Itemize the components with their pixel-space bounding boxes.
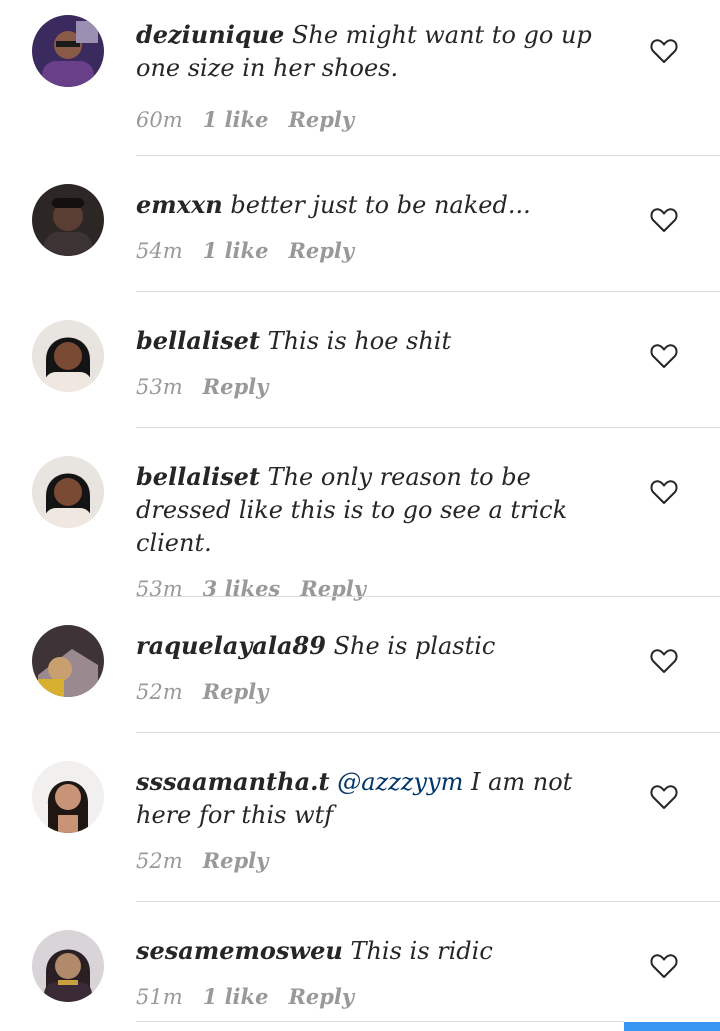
comment-mention[interactable]: @azzzyym — [337, 768, 463, 796]
avatar[interactable] — [32, 930, 104, 1002]
avatar[interactable] — [32, 15, 104, 87]
heart-outline-icon[interactable] — [650, 648, 678, 674]
bottom-accent-bar[interactable] — [624, 1022, 720, 1031]
avatar[interactable] — [32, 625, 104, 697]
comment-timestamp: 60m — [136, 108, 183, 132]
divider — [136, 596, 720, 597]
divider — [136, 155, 720, 156]
comment-username[interactable]: sesamemosweu — [136, 936, 343, 965]
divider — [136, 1021, 624, 1022]
divider — [136, 732, 720, 733]
comment-likes-count[interactable]: 1 like — [203, 984, 269, 1010]
avatar[interactable] — [32, 761, 104, 833]
comment-likes-count[interactable]: 1 like — [203, 238, 269, 264]
reply-button[interactable]: Reply — [203, 374, 269, 400]
reply-button[interactable]: Reply — [203, 679, 269, 705]
comment-timestamp: 53m — [136, 375, 183, 399]
avatar[interactable] — [32, 320, 104, 392]
reply-button[interactable]: Reply — [203, 848, 269, 874]
comment-username[interactable]: bellaliset — [136, 462, 260, 491]
avatar[interactable] — [32, 456, 104, 528]
comment-likes-count[interactable]: 3 likes — [203, 576, 281, 602]
comment-timestamp: 52m — [136, 680, 183, 704]
comment-username[interactable]: bellaliset — [136, 326, 260, 355]
comment-username[interactable]: deziunique — [136, 20, 284, 49]
reply-button[interactable]: Reply — [288, 107, 354, 133]
heart-outline-icon[interactable] — [650, 784, 678, 810]
heart-outline-icon[interactable] — [650, 38, 678, 64]
comment-likes-count[interactable]: 1 like — [203, 107, 269, 133]
comment-timestamp: 51m — [136, 985, 183, 1009]
comment-text: better just to be naked... — [230, 191, 531, 219]
heart-outline-icon[interactable] — [650, 343, 678, 369]
comment-timestamp: 54m — [136, 239, 183, 263]
divider — [136, 901, 720, 902]
reply-button[interactable]: Reply — [288, 984, 354, 1010]
heart-outline-icon[interactable] — [650, 953, 678, 979]
comment-text: She is plastic — [333, 632, 496, 660]
heart-outline-icon[interactable] — [650, 207, 678, 233]
divider — [136, 291, 720, 292]
reply-button[interactable]: Reply — [288, 238, 354, 264]
divider — [136, 427, 720, 428]
heart-outline-icon[interactable] — [650, 479, 678, 505]
comment-username[interactable]: sssaamantha.t — [136, 767, 330, 796]
comment-text: This is ridic — [350, 937, 493, 965]
comment-timestamp: 52m — [136, 849, 183, 873]
comment-timestamp: 53m — [136, 577, 183, 601]
comment-username[interactable]: emxxn — [136, 190, 223, 219]
avatar[interactable] — [32, 184, 104, 256]
comment-text: This is hoe shit — [267, 327, 452, 355]
comment-username[interactable]: raquelayala89 — [136, 631, 326, 660]
reply-button[interactable]: Reply — [300, 576, 366, 602]
